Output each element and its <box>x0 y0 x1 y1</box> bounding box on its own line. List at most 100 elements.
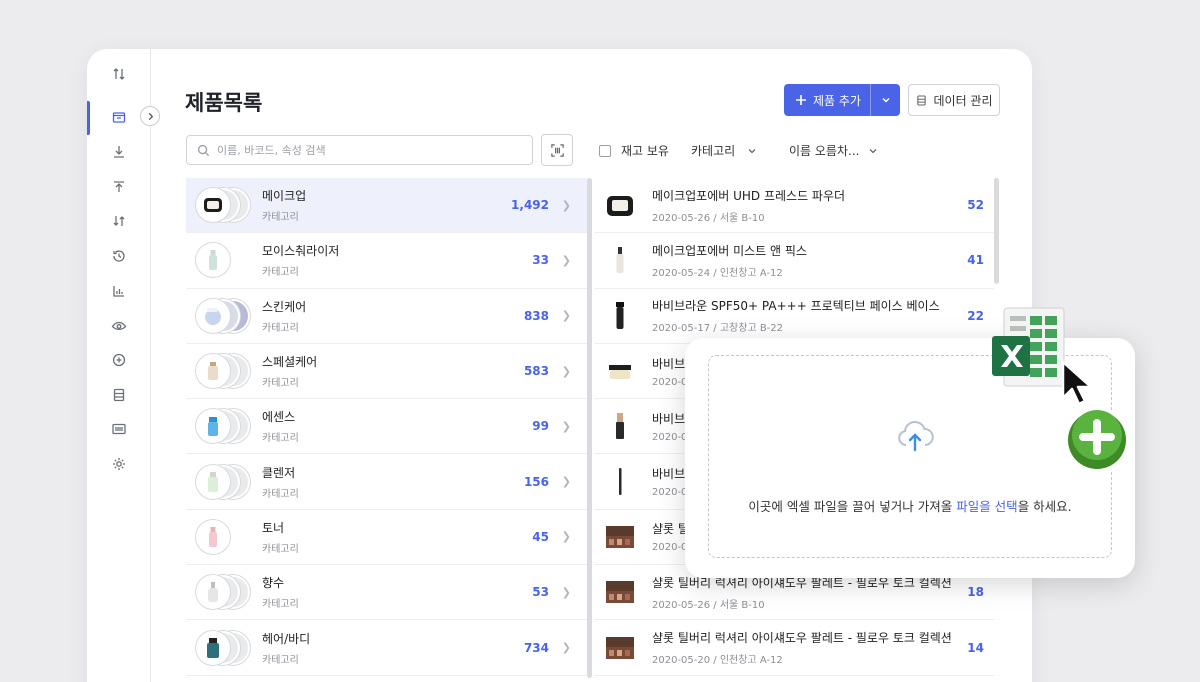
product-thumbnail <box>600 240 640 280</box>
category-row[interactable]: 헤어/바디 카테고리 734 ❯ <box>186 620 587 676</box>
product-thumbnail <box>600 185 640 225</box>
sidebar-active-indicator <box>87 101 90 135</box>
category-name: 클렌저 <box>262 465 296 480</box>
history-icon[interactable] <box>109 246 129 266</box>
chevron-right-icon: ❯ <box>561 419 571 433</box>
category-name: 스페셜케어 <box>262 355 318 370</box>
add-product-dropdown-toggle[interactable] <box>870 84 900 116</box>
barcode-scan-button[interactable] <box>541 134 573 166</box>
category-count: 156 <box>523 474 549 489</box>
product-name: 샬롯 틸버리 럭셔리 아이섀도우 팔레트 - 필로우 토크 컬렉션 <box>652 631 952 646</box>
sort-dropdown[interactable]: 이름 오름차... <box>789 142 878 159</box>
product-thumbnail <box>600 406 640 446</box>
search-input[interactable] <box>217 143 507 157</box>
add-product-main[interactable]: 제품 추가 <box>784 84 870 116</box>
cloud-upload-icon <box>898 421 934 452</box>
category-count: 1,492 <box>511 198 549 213</box>
add-circle-icon[interactable] <box>109 350 129 370</box>
transfer-icon[interactable] <box>109 211 129 231</box>
dropzone-text-before: 이곳에 엑셀 파일을 끌어 넣거나 가져올 <box>748 499 957 514</box>
chevron-down-icon <box>881 97 890 103</box>
product-meta: 2020-05-20 / 인천창고 A-12 <box>652 655 783 667</box>
stock-filter-label: 재고 보유 <box>621 144 669 158</box>
chevron-right-icon: ❯ <box>561 253 571 267</box>
category-count: 734 <box>523 640 549 655</box>
download-icon[interactable] <box>109 142 129 162</box>
product-thumbnail <box>600 296 640 336</box>
category-filter[interactable]: 카테고리 <box>691 142 757 159</box>
product-row[interactable]: 메이크업포에버 UHD 프레스드 파우더 2020-05-26 / 서울 B-1… <box>594 178 994 234</box>
product-meta: 2020-05-26 / 서울 B-10 <box>652 599 765 611</box>
box-icon[interactable] <box>109 107 129 127</box>
product-scrollbar[interactable] <box>994 178 999 284</box>
product-thumbnail <box>600 462 640 502</box>
product-thumbnail <box>600 572 640 612</box>
select-file-link[interactable]: 파일을 선택 <box>956 499 1017 514</box>
category-sub: 카테고리 <box>262 378 299 390</box>
category-thumbnail <box>196 574 256 610</box>
chart-icon[interactable] <box>109 281 129 301</box>
sidebar-expand-button[interactable] <box>140 106 160 126</box>
category-name: 모이스춰라이저 <box>262 244 340 259</box>
category-thumbnail <box>196 353 256 389</box>
mouse-cursor-icon <box>1061 360 1093 406</box>
chevron-right-icon: ❯ <box>561 475 571 489</box>
chevron-down-icon <box>870 148 877 153</box>
barcode-icon[interactable] <box>109 419 129 439</box>
product-meta: 2020-0 <box>652 487 688 499</box>
data-management-label: 데이터 관리 <box>933 93 993 108</box>
category-thumbnail <box>196 298 256 334</box>
chevron-right-icon: ❯ <box>561 309 571 323</box>
product-row[interactable]: 메이크업포에버 미스트 앤 픽스 2020-05-24 / 인천창고 A-12 … <box>594 233 994 289</box>
product-meta: 2020-05-24 / 인천창고 A-12 <box>652 267 783 279</box>
product-thumbnail <box>600 517 640 557</box>
stock-checkbox[interactable] <box>599 144 611 157</box>
category-row[interactable]: 스페셜케어 카테고리 583 ❯ <box>186 344 587 400</box>
add-product-button[interactable]: 제품 추가 <box>784 84 900 116</box>
category-sub: 카테고리 <box>262 599 299 611</box>
search-box[interactable] <box>186 135 533 165</box>
chevron-down-icon <box>748 148 756 153</box>
chevron-right-icon: ❯ <box>561 585 571 599</box>
category-row[interactable]: 모이스춰라이저 카테고리 33 ❯ <box>186 233 587 289</box>
upload-icon[interactable] <box>109 177 129 197</box>
chevron-right-icon: ❯ <box>561 364 571 378</box>
data-management-button[interactable]: 데이터 관리 <box>908 84 1000 116</box>
category-row[interactable]: 토너 카테고리 45 ❯ <box>186 510 587 566</box>
category-thumbnail <box>196 408 256 444</box>
category-thumbnail <box>196 187 256 223</box>
scan-icon <box>550 143 564 157</box>
sort-dropdown-label: 이름 오름차... <box>789 144 860 158</box>
category-row[interactable]: 에센스 카테고리 99 ❯ <box>186 399 587 455</box>
product-row[interactable]: 바비브라운 SPF50+ PA+++ 프로텍티브 페이스 베이스 2020-05… <box>594 289 994 344</box>
product-name: 메이크업포에버 UHD 프레스드 파우더 <box>652 188 846 203</box>
database-icon[interactable] <box>109 385 129 405</box>
category-sub: 카테고리 <box>262 322 299 334</box>
sort-icon[interactable] <box>109 64 129 84</box>
category-name: 향수 <box>262 576 285 591</box>
product-name: 바비브 <box>652 356 686 371</box>
category-name: 토너 <box>262 520 285 535</box>
category-count: 33 <box>532 253 549 268</box>
chevron-right-icon <box>148 112 153 120</box>
category-row[interactable]: 향수 카테고리 53 ❯ <box>186 565 587 621</box>
product-meta: 2020-0 <box>652 542 688 554</box>
category-sub: 카테고리 <box>262 543 299 555</box>
category-row[interactable]: 클렌저 카테고리 156 ❯ <box>186 454 587 510</box>
category-row[interactable]: 메이크업 카테고리 1,492 ❯ <box>186 178 587 234</box>
category-count: 53 <box>532 585 549 600</box>
chevron-right-icon: ❯ <box>561 530 571 544</box>
gear-icon[interactable] <box>109 454 129 474</box>
sidebar <box>87 49 151 682</box>
eye-icon[interactable] <box>109 316 129 336</box>
stock-filter[interactable]: 재고 보유 <box>599 142 669 159</box>
product-name: 바비브 <box>652 411 686 426</box>
category-count: 45 <box>532 529 549 544</box>
category-row[interactable]: 스킨케어 카테고리 838 ❯ <box>186 289 587 344</box>
add-plus-icon <box>1064 407 1130 473</box>
product-meta: 2020-0 <box>652 431 688 443</box>
category-scrollbar[interactable] <box>587 178 592 678</box>
category-list: 메이크업 카테고리 1,492 ❯ 모이스춰라이저 카테고리 33 ❯ 스킨케어… <box>186 178 587 676</box>
product-row[interactable]: 샬롯 틸버리 럭셔리 아이섀도우 팔레트 - 필로우 토크 컬렉션 2020-0… <box>594 620 994 676</box>
category-sub: 카테고리 <box>262 433 299 445</box>
